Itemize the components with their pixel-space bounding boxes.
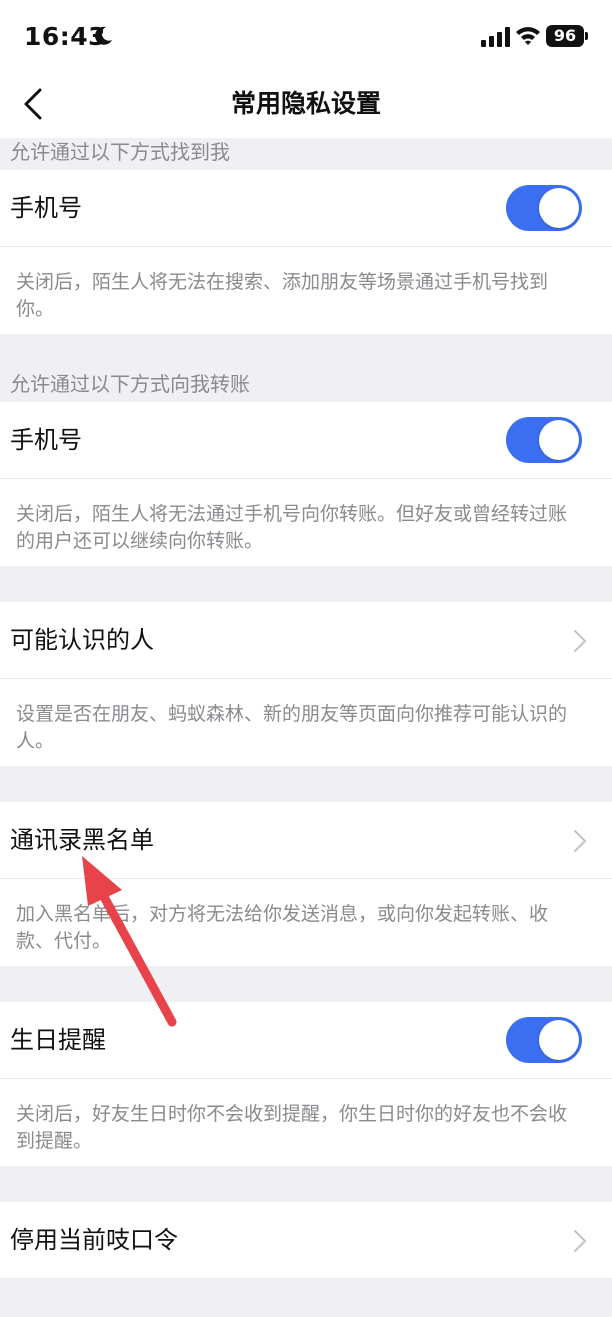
row-people-you-may-know[interactable]: 可能认识的人 <box>0 602 612 679</box>
chevron-left-icon <box>24 88 42 120</box>
chevron-right-icon <box>574 830 586 852</box>
find-me-description: 关闭后，陌生人将无法在搜索、添加朋友等场景通过手机号找到你。 <box>0 247 612 334</box>
toggle-knob <box>539 188 579 228</box>
back-button[interactable] <box>12 82 56 126</box>
status-bar: 16:43 96 <box>0 0 612 70</box>
chevron-right-icon <box>574 630 586 652</box>
row-contacts-blacklist[interactable]: 通讯录黑名单 <box>0 802 612 879</box>
people-you-may-know-description: 设置是否在朋友、蚂蚁森林、新的朋友等页面向你推荐可能认识的人。 <box>0 679 612 766</box>
section-header-find-me: 允许通过以下方式找到我 <box>0 138 612 170</box>
section-gap <box>0 966 612 1002</box>
toggle-knob <box>539 420 579 460</box>
row-find-by-phone[interactable]: 手机号 <box>0 170 612 247</box>
settings-list: 允许通过以下方式找到我 手机号 关闭后，陌生人将无法在搜索、添加朋友等场景通过手… <box>0 138 612 1279</box>
row-label: 停用当前吱口令 <box>10 1226 178 1254</box>
moon-icon <box>95 26 112 45</box>
row-disable-password[interactable]: 停用当前吱口令 <box>0 1202 612 1279</box>
page-title: 常用隐私设置 <box>230 89 381 118</box>
row-transfer-by-phone[interactable]: 手机号 <box>0 402 612 479</box>
row-label: 手机号 <box>10 426 82 454</box>
transfer-by-phone-toggle[interactable] <box>506 417 582 463</box>
birthday-reminder-toggle[interactable] <box>506 1017 582 1063</box>
find-by-phone-toggle[interactable] <box>506 185 582 231</box>
wifi-icon <box>516 27 540 45</box>
signal-icon <box>481 27 510 47</box>
row-label: 可能认识的人 <box>10 626 154 654</box>
birthday-description: 关闭后，好友生日时你不会收到提醒，你生日时你的好友也不会收到提醒。 <box>0 1079 612 1166</box>
battery-cap <box>585 32 588 40</box>
transfer-description: 关闭后，陌生人将无法通过手机号向你转账。但好友或曾经转过账的用户还可以继续向你转… <box>0 479 612 566</box>
section-header-transfer: 允许通过以下方式向我转账 <box>0 334 612 402</box>
battery-indicator: 96 <box>546 25 584 47</box>
blacklist-description: 加入黑名单后，对方将无法给你发送消息，或向你发起转账、收款、代付。 <box>0 879 612 966</box>
chevron-right-icon <box>574 1230 586 1252</box>
toggle-knob <box>539 1020 579 1060</box>
row-birthday-reminder[interactable]: 生日提醒 <box>0 1002 612 1079</box>
row-label: 手机号 <box>10 194 82 222</box>
section-gap <box>0 566 612 602</box>
row-label: 通讯录黑名单 <box>10 826 154 854</box>
row-label: 生日提醒 <box>10 1026 106 1054</box>
nav-bar: 常用隐私设置 <box>0 70 612 138</box>
section-gap <box>0 1166 612 1202</box>
section-gap <box>0 766 612 802</box>
